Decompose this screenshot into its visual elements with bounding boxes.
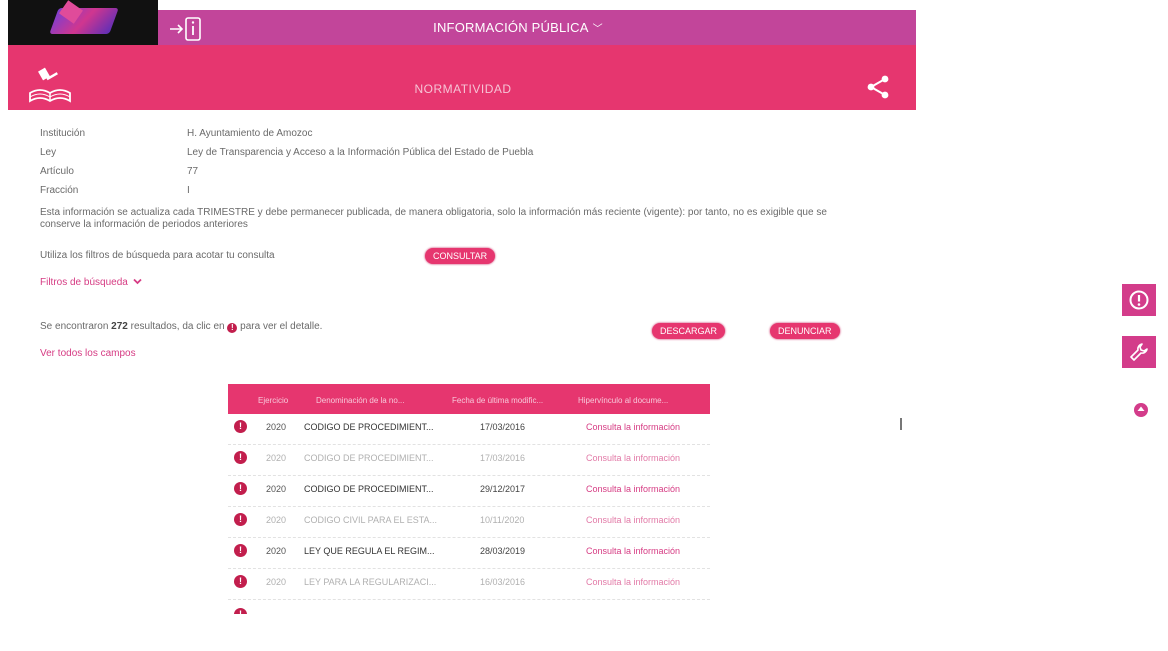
header-denominacion[interactable]: Denominación de la no...	[316, 396, 405, 405]
info-dot-icon: !	[227, 323, 238, 333]
row-link[interactable]: Consulta la información	[586, 546, 680, 556]
gavel-book-icon	[29, 67, 71, 103]
table-row: 2020 CODIGO DE PROCEDIMIENT... 17/03/201…	[228, 414, 710, 445]
detail-info-icon[interactable]	[234, 544, 247, 557]
row-name: CODIGO DE PROCEDIMIENT...	[304, 453, 434, 463]
detail-info-icon[interactable]	[234, 608, 247, 614]
table-row: 2020 LEY QUE REGULA EL REGIM... 28/03/20…	[228, 538, 710, 569]
detail-info-icon[interactable]	[234, 420, 247, 433]
detail-info-icon[interactable]	[234, 575, 247, 588]
consultar-button[interactable]: CONSULTAR	[425, 248, 496, 264]
fraction-value: I	[187, 185, 190, 196]
row-date: 16/03/2016	[480, 577, 526, 587]
detail-info-icon[interactable]	[234, 451, 247, 464]
table-row: 2020 CODIGO DE PROCEDIMIENT... 17/03/201…	[228, 445, 710, 476]
results-count: 272	[111, 321, 128, 332]
detail-info-icon[interactable]	[234, 513, 247, 526]
public-info-menu[interactable]: INFORMACIÓN PÚBLICA ﹀	[368, 10, 668, 45]
row-date: 10/11/2020	[480, 515, 525, 525]
row-year: 2020	[266, 546, 287, 556]
header-fecha[interactable]: Fecha de última modific...	[452, 396, 543, 405]
wrench-icon	[1130, 343, 1148, 361]
row-date: 17/03/2016	[480, 422, 526, 432]
results-prefix: Se encontraron	[40, 321, 109, 332]
arrow-up-icon	[1137, 406, 1145, 411]
header-ejercicio[interactable]: Ejercicio	[258, 396, 288, 405]
row-link[interactable]: Consulta la información	[586, 484, 680, 494]
row-name: LEY QUE REGULA EL REGIM...	[304, 546, 435, 556]
public-info-title: INFORMACIÓN PÚBLICA	[433, 20, 589, 35]
section-bar: NORMATIVIDAD	[8, 45, 916, 110]
scrollbar-thumb[interactable]	[900, 418, 902, 430]
share-icon[interactable]	[866, 75, 890, 99]
table-row	[228, 600, 710, 614]
law-label: Ley	[40, 147, 57, 158]
results-table: Ejercicio Denominación de la no... Fecha…	[228, 384, 710, 614]
row-year: 2020	[266, 422, 287, 432]
results-suffix: para ver el detalle.	[240, 321, 323, 332]
report-alert-button[interactable]	[1122, 284, 1156, 316]
table-header: Ejercicio Denominación de la no... Fecha…	[228, 384, 710, 414]
row-date: 29/12/2017	[480, 484, 526, 494]
chevron-down-icon: ﹀	[592, 24, 603, 35]
row-link[interactable]: Consulta la información	[586, 577, 680, 587]
search-filters-label: Filtros de búsqueda	[40, 277, 128, 288]
row-link[interactable]: Consulta la información	[586, 453, 680, 463]
table-row: 2020 CODIGO CIVIL PARA EL ESTA... 10/11/…	[228, 507, 710, 538]
row-year: 2020	[266, 453, 287, 463]
login-info-icon[interactable]	[168, 16, 208, 42]
descargar-button[interactable]: DESCARGAR	[652, 323, 726, 339]
detail-info-icon[interactable]	[234, 482, 247, 495]
view-all-fields-link[interactable]: Ver todos los campos	[40, 348, 136, 359]
row-name: CODIGO CIVIL PARA EL ESTA...	[304, 515, 438, 525]
row-name: LEY PARA LA REGULARIZACI...	[304, 577, 437, 587]
row-date: 28/03/2019	[480, 546, 526, 556]
row-date: 17/03/2016	[480, 453, 526, 463]
row-year: 2020	[266, 484, 287, 494]
row-year: 2020	[266, 577, 287, 587]
top-navigation-bar: INFORMACIÓN PÚBLICA ﹀	[8, 0, 916, 45]
institution-value: H. Ayuntamiento de Amozoc	[187, 128, 313, 139]
institution-label: Institución	[40, 128, 86, 139]
row-year: 2020	[266, 515, 287, 525]
search-filters-toggle[interactable]: Filtros de búsqueda	[40, 277, 142, 288]
law-value: Ley de Transparencia y Acceso a la Infor…	[187, 147, 534, 158]
row-name: CODIGO DE PROCEDIMIENT...	[304, 484, 434, 494]
scroll-top-icon[interactable]	[1134, 403, 1148, 417]
chevron-down-icon	[132, 278, 142, 285]
results-summary: Se encontraron 272 resultados, da clic e…	[40, 321, 322, 333]
header-hipervinculo[interactable]: Hipervínculo al docume...	[578, 396, 668, 405]
row-name: CODIGO DE PROCEDIMIENT...	[304, 422, 434, 432]
article-label: Artículo	[40, 166, 74, 177]
table-row: 2020 LEY PARA LA REGULARIZACI... 16/03/2…	[228, 569, 710, 600]
fraction-label: Fracción	[40, 185, 79, 196]
row-link[interactable]: Consulta la información	[586, 422, 680, 432]
site-logo[interactable]	[8, 0, 158, 45]
update-notice: Esta información se actualiza cada TRIME…	[40, 207, 827, 230]
search-hint: Utiliza los filtros de búsqueda para aco…	[40, 250, 275, 261]
table-row: 2020 CODIGO DE PROCEDIMIENT... 29/12/201…	[228, 476, 710, 507]
article-value: 77	[187, 166, 199, 177]
tools-button[interactable]	[1122, 336, 1156, 368]
results-mid: resultados, da clic en	[130, 321, 225, 332]
denunciar-button[interactable]: DENUNCIAR	[770, 323, 840, 339]
alert-icon	[1129, 290, 1149, 310]
section-title: NORMATIVIDAD	[414, 82, 512, 96]
row-link[interactable]: Consulta la información	[586, 515, 680, 525]
